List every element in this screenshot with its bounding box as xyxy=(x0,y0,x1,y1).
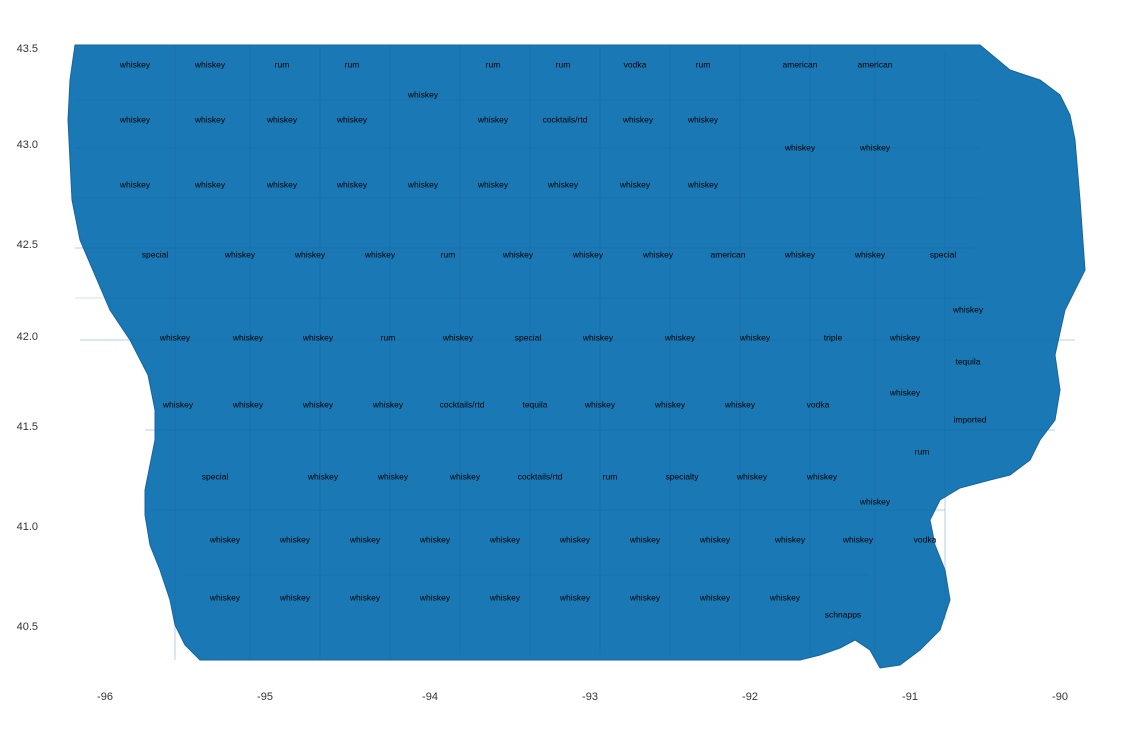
y-axis-label-430: 43.0 xyxy=(17,139,38,151)
x-axis-label-96: -96 xyxy=(97,691,113,703)
chart-container: 43.5 43.0 42.5 42.0 41.5 41.0 40.5 -96 -… xyxy=(0,0,1145,745)
x-axis-label-92: -92 xyxy=(742,691,758,703)
y-axis-label-405: 40.5 xyxy=(17,621,38,633)
y-axis-label-410: 41.0 xyxy=(17,521,38,533)
y-axis-label-420: 42.0 xyxy=(17,331,38,343)
iowa-map xyxy=(68,45,1085,668)
y-axis-label-415: 41.5 xyxy=(17,421,38,433)
y-axis-label-425: 42.5 xyxy=(17,239,38,251)
x-axis-label-94: -94 xyxy=(422,691,438,703)
x-axis-label-95: -95 xyxy=(257,691,273,703)
x-axis-label-90: -90 xyxy=(1052,691,1068,703)
y-axis-label-435: 43.5 xyxy=(17,43,38,55)
x-axis-label-93: -93 xyxy=(582,691,598,703)
x-axis-label-91: -91 xyxy=(902,691,918,703)
